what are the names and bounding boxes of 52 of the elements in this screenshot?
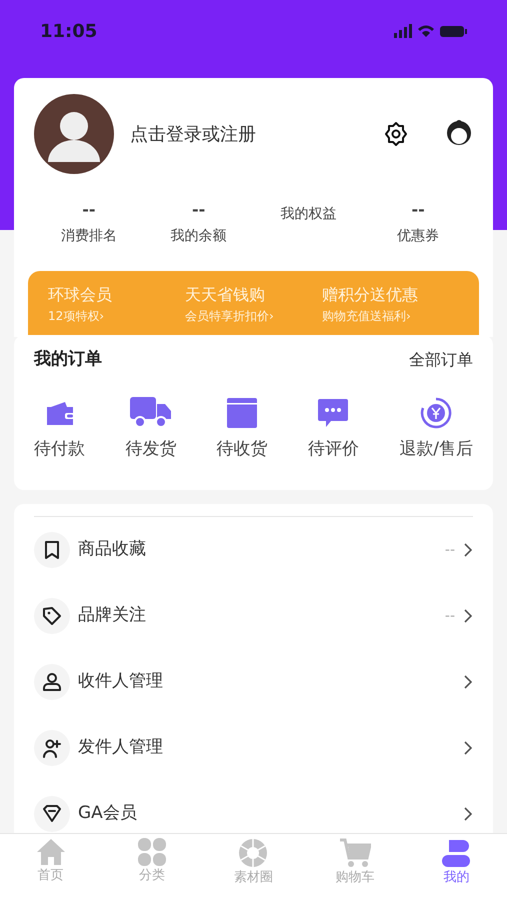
all-orders-link[interactable]: 全部订单 [409, 348, 473, 372]
person-icon [42, 672, 62, 692]
chevron-right-icon [463, 806, 473, 822]
menu-row[interactable]: 品牌关注 -- [34, 583, 473, 649]
avatar[interactable] [34, 94, 114, 174]
refund-icon [420, 396, 452, 428]
stat-value: -- [192, 199, 206, 221]
diamond-icon [42, 804, 62, 824]
cart-icon [338, 838, 371, 868]
menu-label: 收件人管理 [78, 670, 164, 694]
stat-label[interactable]: 消费排名 [60, 226, 117, 247]
chevron-right-icon [463, 674, 473, 690]
truck-icon [130, 394, 172, 428]
tag-icon [42, 606, 62, 626]
stat-label[interactable]: 优惠券 [397, 226, 440, 247]
tab-bar-item[interactable]: 我的 [406, 834, 507, 900]
menu-value: -- [444, 606, 455, 626]
menu-label: 商品收藏 [78, 538, 147, 562]
order-status-button[interactable]: 待收货 [216, 392, 268, 462]
home-icon [36, 838, 66, 866]
stat-value: -- [82, 199, 96, 221]
aperture-icon [238, 838, 268, 868]
settings-icon[interactable] [383, 121, 409, 147]
stat-value: -- [411, 199, 425, 221]
chevron-right-icon [463, 608, 473, 624]
menu-label: 发件人管理 [78, 736, 164, 760]
menu-row[interactable]: 发件人管理 [34, 715, 473, 781]
chevron-right-icon [463, 542, 473, 558]
order-status-button[interactable]: 待付款 [34, 392, 85, 462]
chevron-right-icon [463, 740, 473, 756]
stat-label[interactable]: 我的余额 [170, 226, 227, 247]
person-add-icon [42, 738, 62, 758]
status-time: 11:05 [40, 20, 98, 44]
signal-icon [394, 24, 412, 38]
menu-row[interactable]: 商品收藏 -- [34, 517, 473, 583]
menu-value: -- [444, 540, 455, 560]
person-icon [441, 838, 472, 868]
order-status-button[interactable]: 待发货 [125, 392, 176, 462]
orders-title: 我的订单 [34, 348, 102, 371]
menu-label: 品牌关注 [78, 604, 147, 628]
wifi-icon [418, 25, 434, 37]
login-button[interactable]: 点击登录或注册 [130, 120, 367, 148]
order-status-button[interactable]: 待评价 [308, 392, 359, 462]
grid-icon [137, 838, 168, 866]
chat-icon [317, 396, 350, 428]
bookmark-icon [43, 540, 61, 560]
menu-row[interactable]: GA会员 [34, 781, 473, 833]
menu-label: GA会员 [78, 802, 138, 826]
order-status-button[interactable]: 退款/售后 [399, 392, 473, 462]
menu-row[interactable]: 收件人管理 [34, 649, 473, 715]
calendar-icon [226, 396, 258, 428]
stat-label[interactable]: 我的权益 [280, 204, 336, 225]
